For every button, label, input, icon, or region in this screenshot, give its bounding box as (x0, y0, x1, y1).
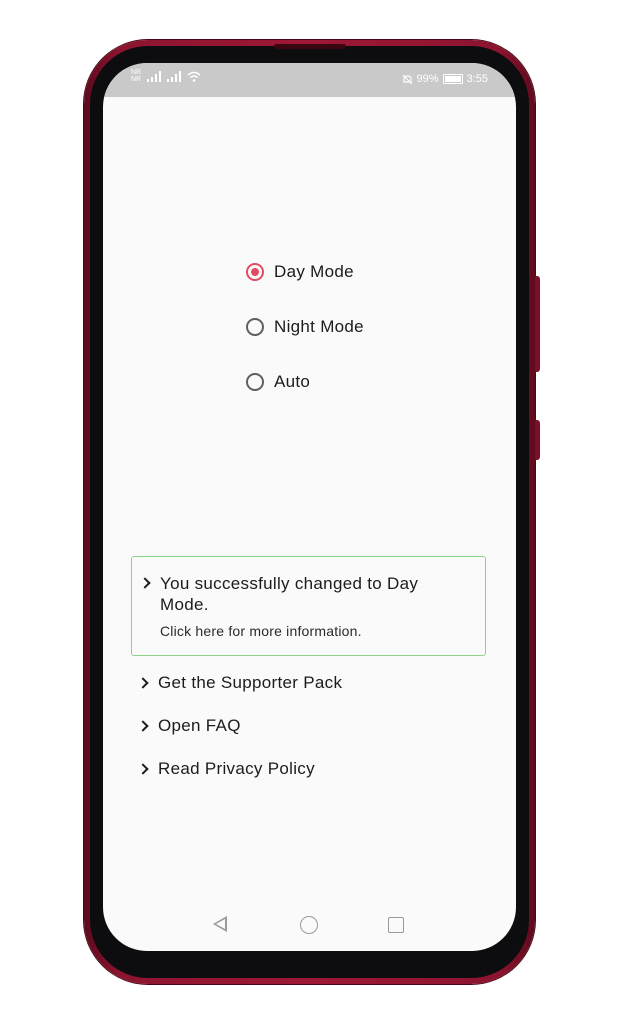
mode-change-notice[interactable]: You successfully changed to Day Mode. Cl… (131, 556, 486, 656)
link-open-faq[interactable]: Open FAQ (137, 714, 241, 738)
signal-icon (167, 70, 182, 82)
screen: NR NR 99% 3:55 Day Mode Night Mode Auto … (103, 63, 516, 951)
radio-button-unchecked-icon[interactable] (246, 318, 264, 336)
earpiece (274, 44, 346, 49)
sim1-label: NR (131, 69, 142, 76)
radio-option-night-mode[interactable]: Night Mode (246, 314, 364, 340)
radio-label: Auto (274, 372, 311, 391)
status-bar: NR NR 99% 3:55 (103, 63, 516, 97)
back-icon[interactable] (213, 916, 227, 932)
battery-percent: 99% (416, 73, 439, 85)
link-label: Open FAQ (158, 716, 241, 735)
sim2-label: NR (131, 76, 142, 83)
navigation-bar (103, 901, 516, 951)
notice-title: You successfully changed to Day Mode. (160, 574, 419, 614)
mute-icon (402, 74, 412, 84)
link-supporter-pack[interactable]: Get the Supporter Pack (137, 671, 343, 695)
radio-option-day-mode[interactable]: Day Mode (246, 259, 364, 285)
link-label: Read Privacy Policy (158, 759, 315, 778)
volume-button (535, 420, 540, 460)
chevron-right-icon (137, 763, 149, 775)
chevron-right-icon (139, 577, 151, 589)
link-privacy-policy[interactable]: Read Privacy Policy (137, 757, 315, 781)
radio-label: Night Mode (274, 317, 364, 336)
battery-icon (442, 74, 463, 84)
chevron-right-icon (137, 720, 149, 732)
radio-label: Day Mode (274, 262, 354, 281)
link-label: Get the Supporter Pack (158, 673, 343, 692)
signal-icon (147, 70, 162, 82)
sim-indicators: NR NR (131, 69, 141, 83)
radio-button-unchecked-icon[interactable] (246, 373, 264, 391)
status-time: 3:55 (466, 73, 488, 85)
radio-button-checked-icon[interactable] (246, 263, 264, 281)
power-button (535, 276, 540, 372)
radio-option-auto[interactable]: Auto (246, 369, 364, 395)
wifi-icon (187, 71, 201, 82)
theme-radio-group: Day Mode Night Mode Auto (246, 259, 364, 424)
home-icon[interactable] (300, 916, 318, 934)
notice-more-info-link[interactable]: Click here for more information. (160, 623, 362, 639)
chevron-right-icon (137, 677, 149, 689)
recent-apps-icon[interactable] (388, 917, 404, 933)
